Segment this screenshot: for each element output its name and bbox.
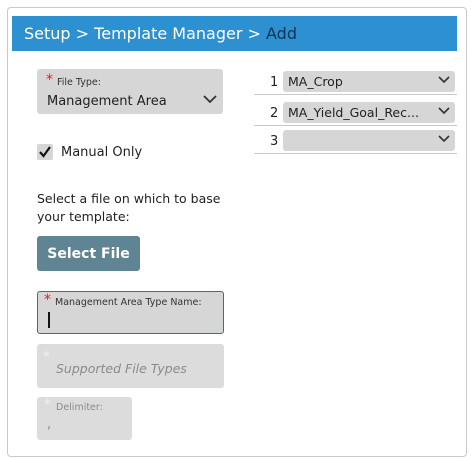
breadcrumb-setup[interactable]: Setup xyxy=(24,24,71,43)
column-select[interactable] xyxy=(283,130,455,151)
breadcrumb-separator: > xyxy=(75,24,90,43)
select-file-button[interactable]: Select File xyxy=(37,236,140,271)
required-mark: * xyxy=(46,72,53,88)
breadcrumb-separator: > xyxy=(247,24,261,43)
column-row: 3 xyxy=(254,128,457,154)
required-mark: * xyxy=(44,292,51,308)
column-select[interactable]: MA_Yield_Goal_Rec... xyxy=(283,102,455,123)
column-select[interactable]: MA_Crop xyxy=(283,71,455,92)
delimiter-label: Delimiter: xyxy=(56,402,103,413)
manual-only-label: Manual Only xyxy=(61,145,143,160)
column-row: 1 MA_Crop xyxy=(254,69,457,95)
select-file-prompt-line2: your template: xyxy=(37,209,130,224)
delimiter-value: , xyxy=(47,417,52,432)
chevron-down-icon xyxy=(438,76,450,84)
breadcrumb: Setup > Template Manager > Add xyxy=(24,24,297,43)
column-index: 3 xyxy=(270,134,279,149)
column-index: 2 xyxy=(270,106,279,121)
breadcrumb-template-manager[interactable]: Template Manager xyxy=(94,24,242,43)
file-type-select[interactable]: * File Type: Management Area xyxy=(37,69,223,114)
select-file-prompt-line1: Select a file on which to base xyxy=(37,191,221,206)
chevron-down-icon xyxy=(438,107,450,115)
manual-only-checkbox[interactable] xyxy=(37,144,53,160)
required-mark: * xyxy=(43,349,50,365)
type-name-label: Management Area Type Name: xyxy=(55,297,202,308)
type-name-input[interactable]: * Management Area Type Name: xyxy=(37,291,224,334)
required-mark: * xyxy=(44,397,51,413)
column-value: MA_Crop xyxy=(288,74,343,89)
breadcrumb-add: Add xyxy=(266,24,297,43)
check-icon xyxy=(39,146,51,158)
column-index: 1 xyxy=(270,75,279,90)
file-type-value: Management Area xyxy=(47,94,167,109)
chevron-down-icon xyxy=(438,135,450,143)
file-type-label: File Type: xyxy=(57,77,101,88)
page-header: Setup > Template Manager > Add xyxy=(12,16,457,51)
supported-file-types-placeholder: Supported File Types xyxy=(56,361,187,376)
column-value: MA_Yield_Goal_Rec... xyxy=(288,105,419,120)
delimiter-input[interactable]: * Delimiter: , xyxy=(37,397,132,440)
chevron-down-icon xyxy=(203,95,217,104)
text-cursor xyxy=(48,312,50,328)
column-row: 2 MA_Yield_Goal_Rec... xyxy=(254,100,457,126)
supported-file-types-select[interactable]: * Supported File Types xyxy=(37,344,224,388)
